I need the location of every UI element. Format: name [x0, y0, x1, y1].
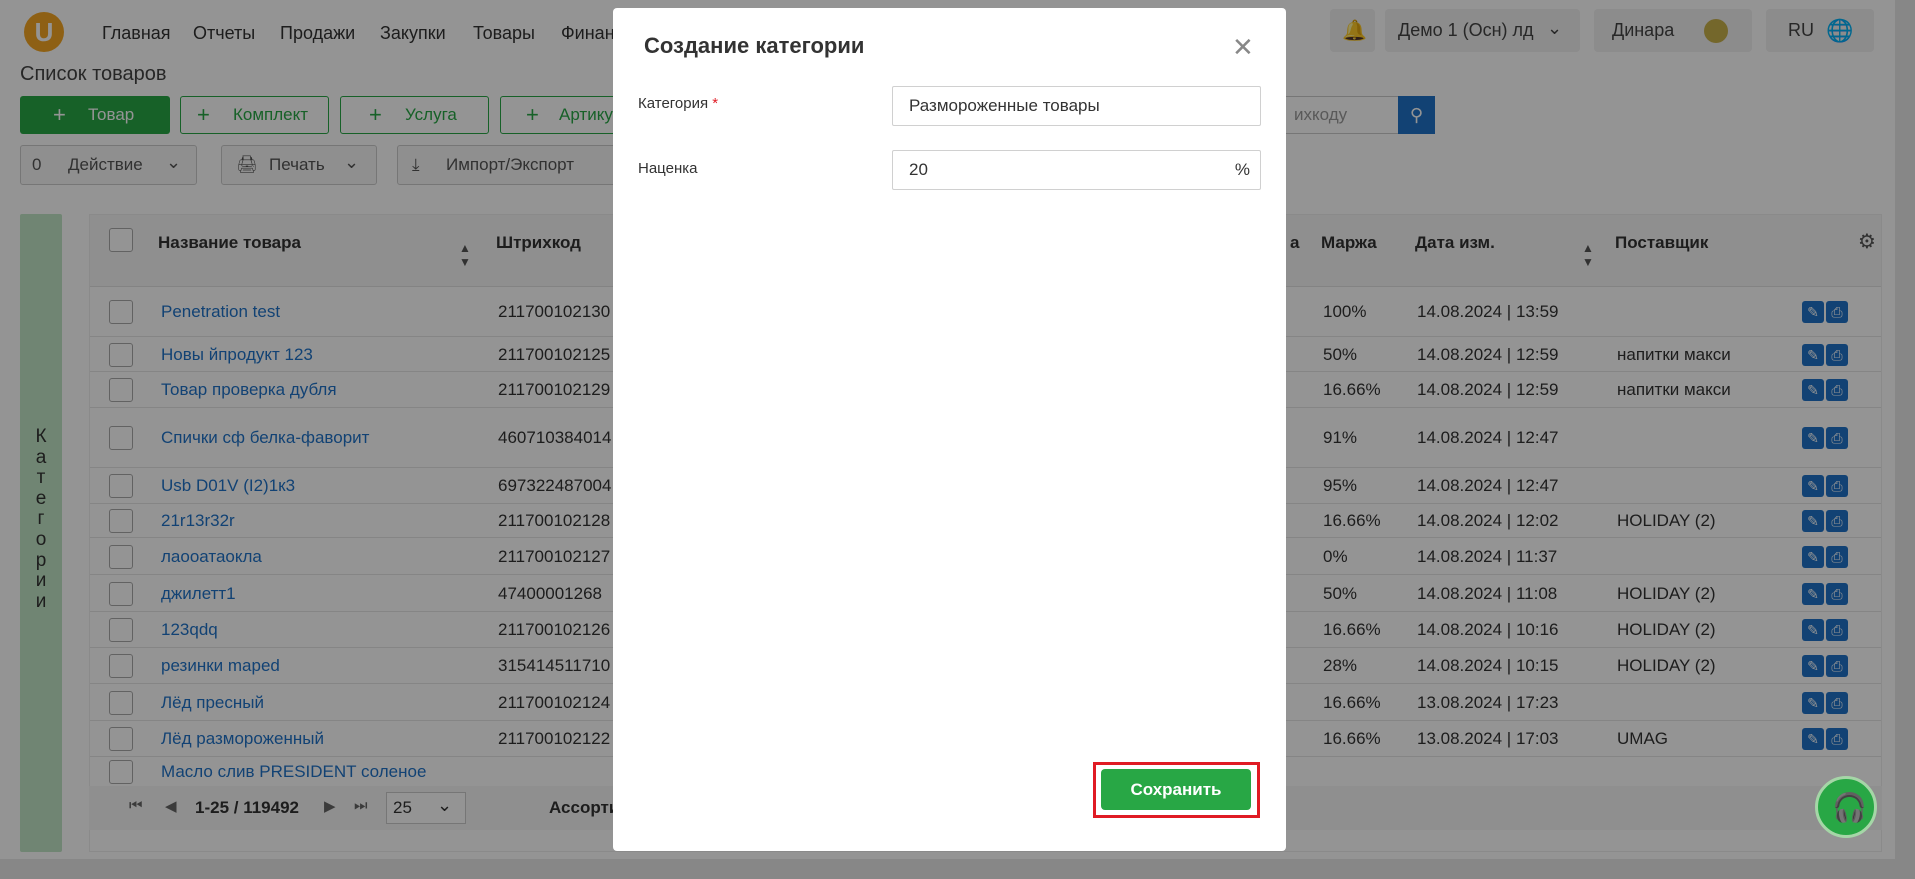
category-name-input[interactable]: Размороженные товары [892, 86, 1261, 126]
close-icon[interactable]: ✕ [1232, 32, 1254, 63]
required-mark: * [712, 95, 719, 112]
category-label-text: Категория [638, 95, 709, 112]
markup-unit: % [1234, 160, 1250, 179]
page: U Главная Отчеты Продажи Закупки Товары … [0, 0, 1915, 879]
markup-input[interactable]: 20 % [892, 150, 1261, 190]
headset-icon: 🎧 [1832, 792, 1867, 823]
create-category-dialog: Создание категории ✕ Категория * Разморо… [613, 8, 1286, 851]
markup-label: Наценка [638, 160, 698, 177]
save-button[interactable]: Сохранить [1101, 769, 1251, 810]
markup-value: 20 [909, 160, 928, 179]
dialog-title: Создание категории [644, 33, 865, 58]
support-chat-button[interactable]: 🎧 [1815, 776, 1877, 838]
category-label: Категория * [638, 95, 718, 112]
